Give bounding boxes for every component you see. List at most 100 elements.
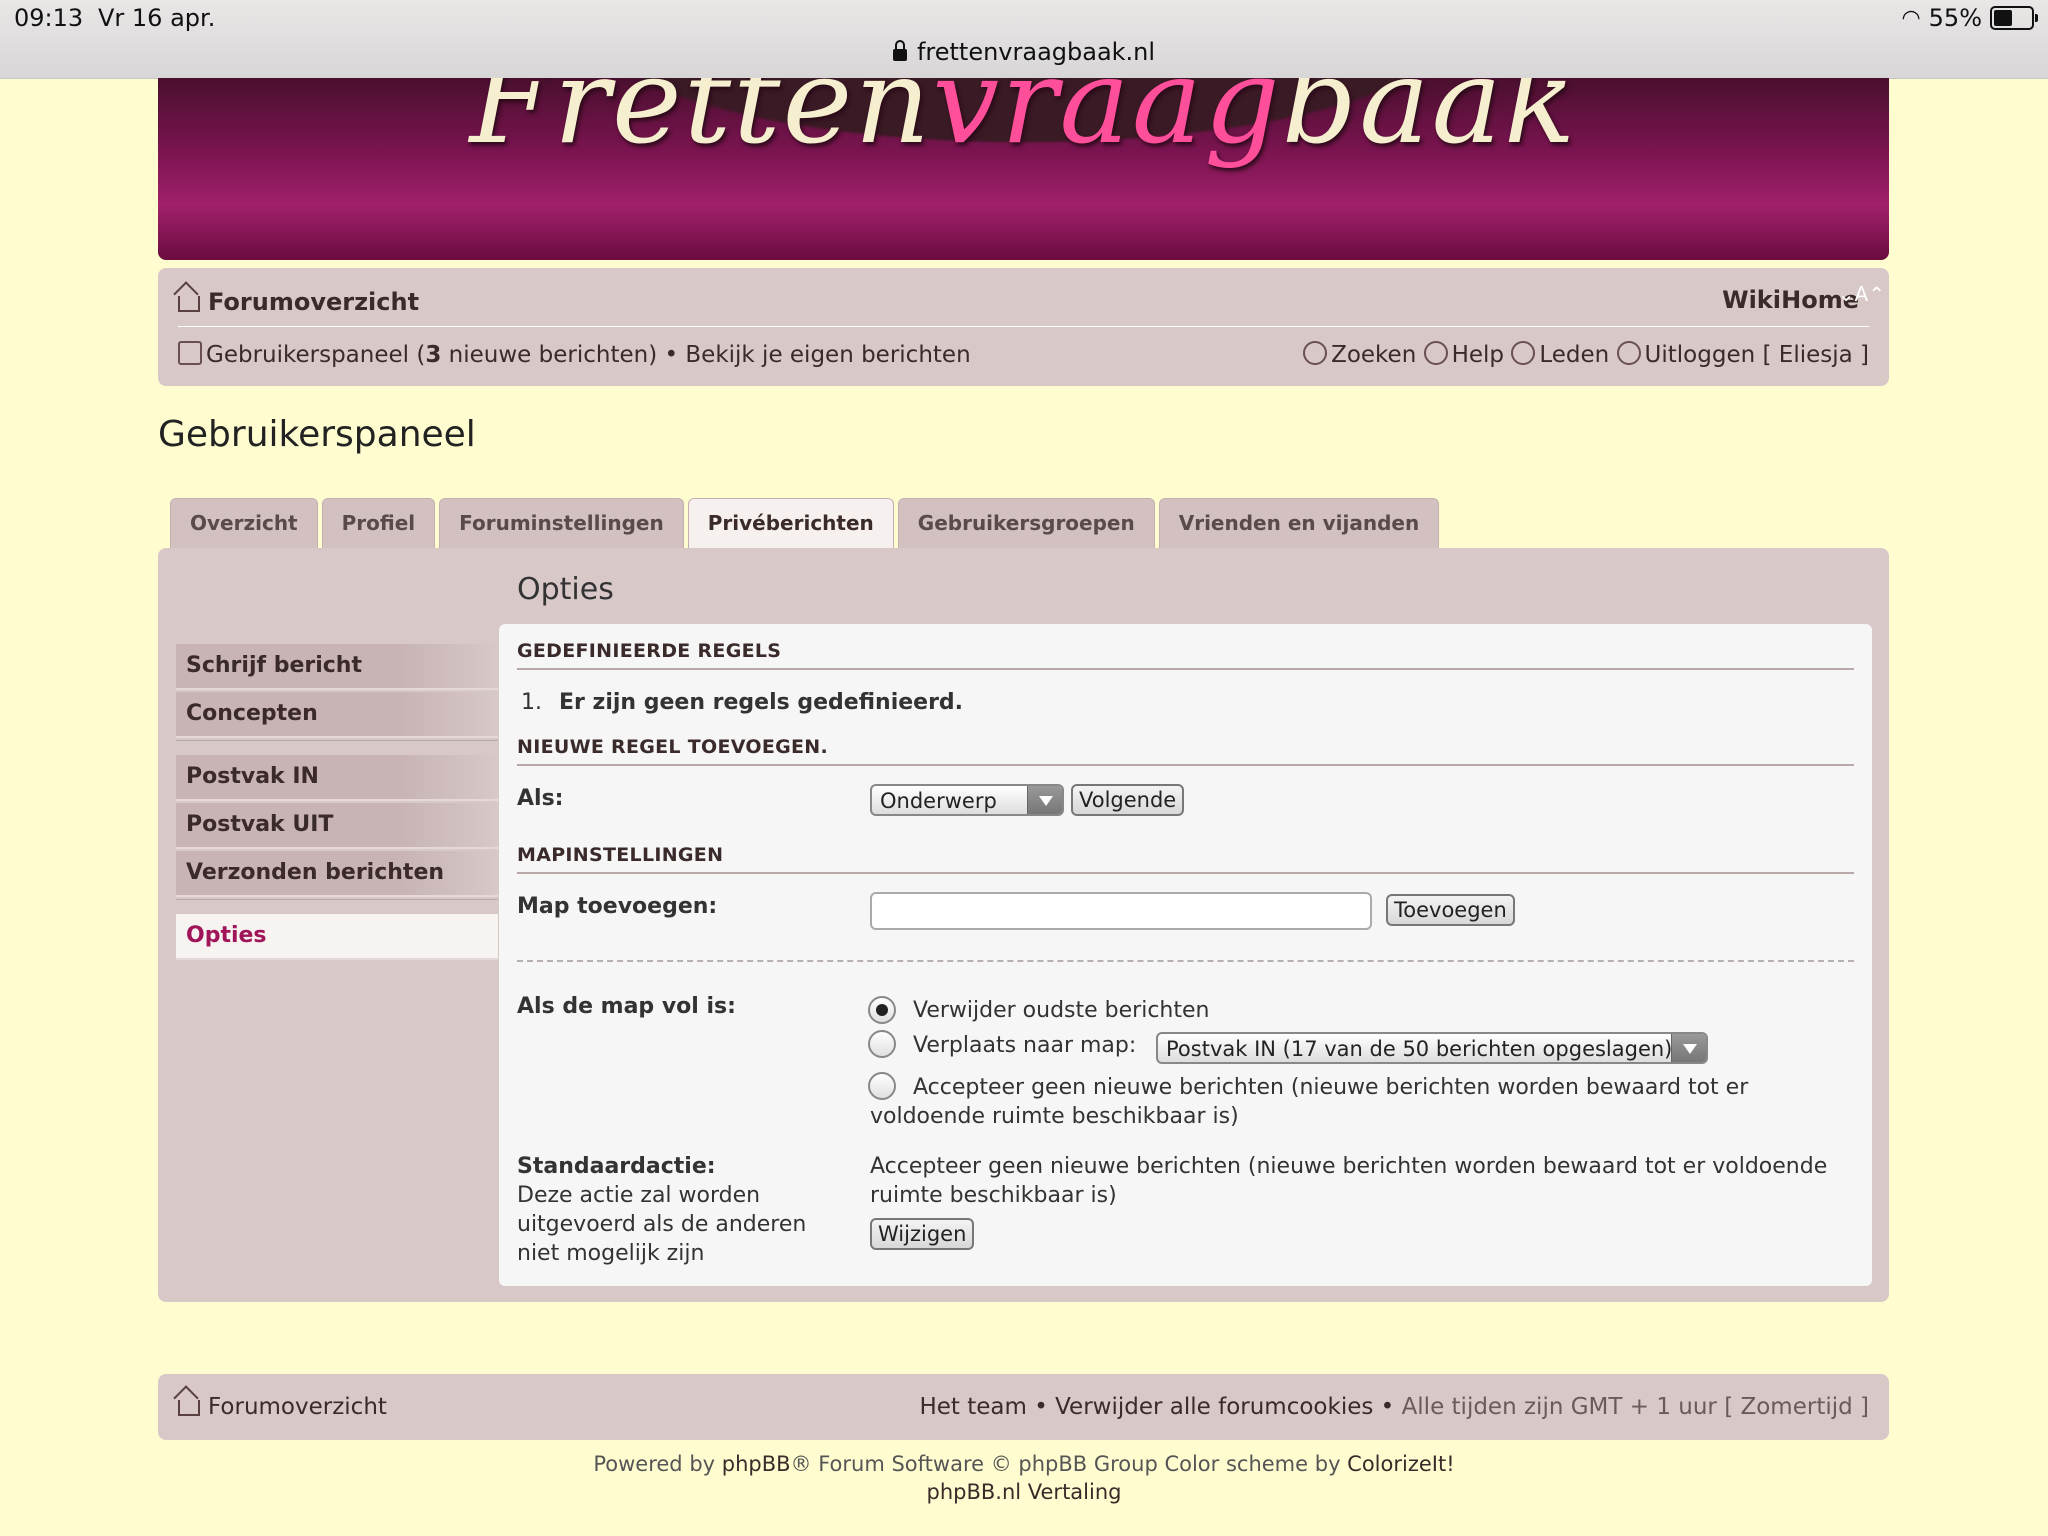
logo-text-3: baak [1281,78,1578,170]
tab-profile[interactable]: Profiel [321,498,436,549]
rule-condition-select[interactable]: Onderwerp [870,784,1064,816]
paren-open: ( [409,342,426,368]
forum-overview-label: Forumoverzicht [208,288,420,316]
wifi-icon: ◠ [1901,5,1921,31]
credits-line-1: Powered by phpBB® Forum Software © phpBB… [0,1450,2048,1478]
tab-private-messages[interactable]: Privéberichten [687,498,894,549]
own-posts-link[interactable]: Bekijk je eigen berichten [685,342,970,368]
move-folder-select[interactable]: Postvak IN (17 van de 50 berichten opges… [1156,1032,1708,1064]
options-content: GEDEFINIEERDE REGELS 1. Er zijn geen reg… [499,624,1872,1286]
separator: • [657,342,686,368]
sidebar-divider [176,740,498,755]
user-panel-link[interactable]: Gebruikerspaneel [206,342,409,368]
search-icon [1303,341,1328,365]
change-button[interactable]: Wijzigen [870,1218,975,1250]
username: [ Eliesja ] [1762,342,1870,368]
power-icon [1616,341,1641,365]
credits-text: ® Forum Software © phpBB Group Color sch… [790,1452,1348,1476]
footer-forum-overview-link[interactable]: Forumoverzicht [178,1394,387,1420]
site-banner[interactable]: Frettenvraagbaak [158,78,1889,260]
delete-cookies-link[interactable]: Verwijder alle forumcookies [1055,1394,1373,1420]
default-action-value-1: Accepteer geen nieuwe berichten (nieuwe … [870,1154,1828,1179]
separator: • [1026,1394,1056,1420]
add-folder-input[interactable] [870,892,1372,930]
options-heading: Opties [517,572,614,607]
status-indicators: ◠ 55% [1901,4,2038,32]
lock-icon [892,40,907,61]
chevron-down-icon [1027,786,1062,814]
section-defined-rules: GEDEFINIEERDE REGELS [517,640,1854,670]
sidebar-divider [176,899,498,914]
status-bar: 09:13 Vr 16 apr. frettenvraagbaak.nl ◠ 5… [0,0,2048,79]
site-logo[interactable]: Frettenvraagbaak [158,78,1889,170]
powered-by-text: Powered by [593,1452,722,1476]
tab-overview[interactable]: Overzicht [170,498,318,549]
no-rules-text: Er zijn geen regels gedefinieerd. [559,690,964,715]
sidebar-item-sent[interactable]: Verzonden berichten [176,851,498,897]
separator: • [1373,1394,1402,1420]
navbar-bottom-row: Gebruikerspaneel (3 nieuwe berichten) • … [178,336,1869,376]
add-folder-button[interactable]: Toevoegen [1386,894,1515,926]
footer-forum-overview-label: Forumoverzicht [208,1394,387,1420]
logout-link[interactable]: Uitloggen [1645,342,1756,368]
default-action-desc-2: uitgevoerd als de anderen [517,1212,807,1237]
radio-move-label: Verplaats naar map: [913,1033,1137,1058]
radio-refuse-label-1: Accepteer geen nieuwe berichten (nieuwe … [913,1075,1749,1100]
battery-icon [1990,6,2038,30]
radio-refuse-new[interactable] [868,1072,896,1100]
status-time: 09:13 [14,4,84,32]
new-messages-link[interactable]: nieuwe berichten) [441,342,658,368]
translation-link[interactable]: phpBB.nl Vertaling [0,1478,2048,1506]
user-panel-icon [178,341,202,365]
next-button[interactable]: Volgende [1071,784,1185,816]
radio-refuse-label-2: voldoende ruimte beschikbaar is) [870,1104,1239,1129]
sidebar-item-outbox[interactable]: Postvak UIT [176,803,498,849]
credits: Powered by phpBB® Forum Software © phpBB… [0,1450,2048,1506]
team-link[interactable]: Het team [919,1394,1026,1420]
pm-sidebar: Schrijf bericht Concepten Postvak IN Pos… [176,644,498,962]
colorizeit-link[interactable]: ColorizeIt! [1347,1452,1454,1476]
radio-move-to-folder[interactable] [868,1030,896,1058]
sidebar-item-options[interactable]: Opties [176,914,498,960]
page-title: Gebruikerspaneel [158,414,476,455]
user-links: Zoeken Help Leden Uitloggen [ Eliesja ] [1303,338,1869,368]
rule-condition-value: Onderwerp [880,789,997,813]
tab-forum-settings[interactable]: Foruminstellingen [439,498,684,549]
user-panel-line: Gebruikerspaneel (3 nieuwe berichten) • … [178,338,971,368]
phpbb-link[interactable]: phpBB [722,1452,791,1476]
ucp-tabs: Overzicht Profiel Foruminstellingen Priv… [170,498,1440,549]
add-folder-label: Map toevoegen: [517,894,718,919]
radio-delete-oldest[interactable] [868,996,896,1024]
default-action-value-2: ruimte beschikbaar is) [870,1183,1117,1208]
tab-usergroups[interactable]: Gebruikersgroepen [897,498,1155,549]
help-link[interactable]: Help [1452,342,1504,368]
navbar: Forumoverzicht Wiki Home ⌄A⌃ Gebruikersp… [158,268,1889,386]
folder-full-label: Als de map vol is: [517,994,736,1019]
sidebar-item-compose[interactable]: Schrijf bericht [176,644,498,690]
status-date: Vr 16 apr. [98,4,216,32]
default-action-desc-3: niet mogelijk zijn [517,1241,705,1266]
forum-overview-link[interactable]: Forumoverzicht [178,288,419,316]
members-link[interactable]: Leden [1539,342,1609,368]
logo-text-2: vraag [932,78,1282,170]
home-icon [178,1400,200,1416]
address-bar[interactable]: frettenvraagbaak.nl [0,38,2048,66]
default-action-desc-1: Deze actie zal worden [517,1183,761,1208]
radio-delete-oldest-label: Verwijder oudste berichten [913,998,1210,1023]
footer-links: Het team • Verwijder alle forumcookies •… [919,1394,1869,1420]
move-folder-value: Postvak IN (17 van de 50 berichten opges… [1166,1037,1673,1061]
if-label: Als: [517,786,564,811]
footer-navbar: Forumoverzicht Het team • Verwijder alle… [158,1374,1889,1440]
font-size-icon[interactable]: ⌄A⌃ [1838,282,1885,306]
new-messages-count[interactable]: 3 [425,342,441,368]
chevron-down-icon [1671,1034,1706,1062]
wiki-link[interactable]: Wiki [1722,286,1781,314]
navbar-top-row: Forumoverzicht Wiki Home ⌄A⌃ [178,282,1885,327]
sidebar-item-inbox[interactable]: Postvak IN [176,755,498,801]
members-icon [1511,341,1536,365]
tab-friends-foes[interactable]: Vrienden en vijanden [1158,498,1440,549]
search-link[interactable]: Zoeken [1331,342,1416,368]
sidebar-item-drafts[interactable]: Concepten [176,692,498,738]
home-icon [178,296,200,312]
rule-number: 1. [521,690,542,715]
